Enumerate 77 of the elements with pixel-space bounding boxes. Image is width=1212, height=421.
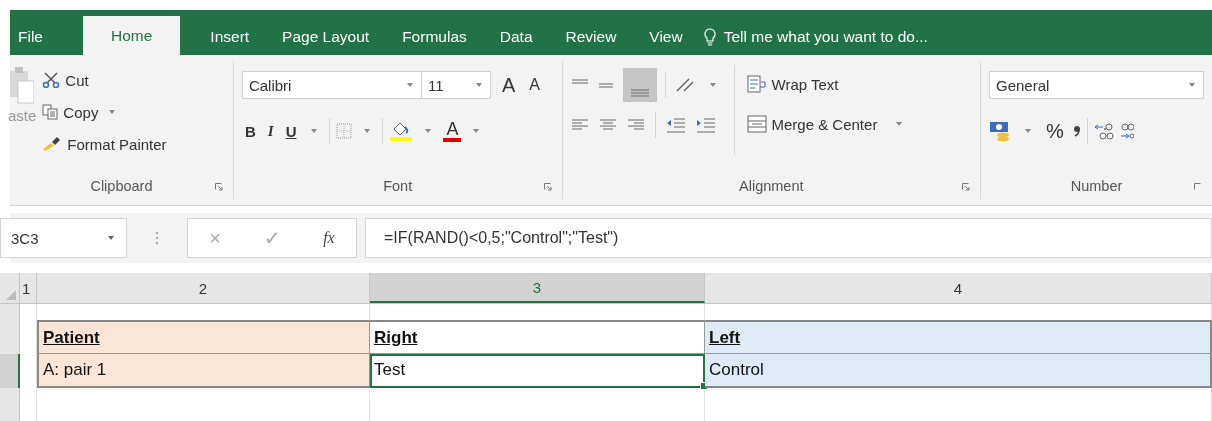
font-color-button[interactable]: A <box>443 120 462 142</box>
caret-icon <box>311 129 318 133</box>
row-header[interactable] <box>0 354 20 388</box>
borders-icon[interactable] <box>336 123 353 139</box>
scissors-icon <box>42 72 61 88</box>
triangle-icon <box>6 290 16 300</box>
table-cell[interactable]: Test <box>370 354 705 388</box>
decrease-indent-icon[interactable] <box>665 117 686 133</box>
caret-icon <box>1189 83 1195 87</box>
column-header[interactable]: 1 <box>20 273 37 303</box>
ribbon-tab[interactable]: File <box>10 18 43 55</box>
align-left-icon[interactable] <box>570 118 589 132</box>
font-name-field[interactable]: Calibri <box>241 71 422 99</box>
copy-button[interactable]: Copy <box>42 99 167 125</box>
underline-button[interactable]: U <box>282 122 300 140</box>
grow-font-button[interactable]: A <box>498 73 519 97</box>
merge-cells-icon <box>746 115 767 133</box>
caret-icon <box>896 122 903 126</box>
caret-icon <box>108 236 114 240</box>
caret-icon <box>425 129 432 133</box>
caret-icon <box>406 83 413 87</box>
group-label: Alignment <box>739 178 804 194</box>
caret-icon <box>709 83 716 87</box>
dialog-launcher-icon[interactable] <box>1194 183 1202 191</box>
grip-icon[interactable] <box>155 230 159 246</box>
tell-me-search[interactable]: Tell me what you want to do... <box>703 18 928 55</box>
group-label: Font <box>383 178 413 194</box>
ribbon-tab[interactable]: Review <box>557 18 617 55</box>
paintbrush-icon <box>42 136 63 152</box>
align-center-icon[interactable] <box>598 118 617 132</box>
ribbon-tab[interactable]: View <box>641 18 683 55</box>
increase-indent-icon[interactable] <box>695 117 716 133</box>
dialog-launcher-icon[interactable] <box>214 183 223 191</box>
ribbon-tab[interactable]: Formulas <box>394 18 467 55</box>
wrap-text-icon <box>746 75 767 93</box>
align-bottom-icon[interactable] <box>622 68 657 102</box>
dialog-launcher-icon[interactable] <box>962 183 970 191</box>
name-box[interactable]: 3C3 <box>0 218 127 258</box>
comma-style-icon[interactable] <box>1072 125 1081 137</box>
percent-button[interactable]: % <box>1043 119 1067 143</box>
group-label: Clipboard <box>90 178 153 194</box>
merge-center-button[interactable]: Merge & Center <box>746 111 909 137</box>
copy-icon <box>42 104 59 120</box>
ribbon-tab[interactable]: Insert <box>202 18 250 55</box>
table-cell[interactable]: Right <box>370 320 705 354</box>
table-cell[interactable]: Left <box>705 320 1212 354</box>
fill-color-icon[interactable] <box>389 121 414 141</box>
caret-icon <box>475 83 482 87</box>
ribbon-tab[interactable]: Data <box>491 18 533 55</box>
formula-field[interactable]: =IF(RAND()<0,5;"Control";"Test") <box>365 218 1212 258</box>
group-label: Number <box>1070 178 1123 194</box>
caret-icon <box>1025 129 1031 133</box>
table-cell[interactable]: Patient <box>37 320 370 354</box>
wrap-text-button[interactable]: Wrap Text <box>746 71 909 97</box>
ribbon-tab[interactable]: Home <box>83 16 181 55</box>
format-painter-button[interactable]: Format Painter <box>42 131 167 157</box>
number-format-field[interactable]: General <box>989 71 1204 99</box>
insert-function-button[interactable]: fx <box>323 229 335 247</box>
bold-button[interactable]: B <box>241 122 259 140</box>
column-header[interactable]: 4 <box>705 273 1212 303</box>
tell-me-text: Tell me what you want to do... <box>723 27 928 46</box>
shrink-font-button[interactable]: A <box>526 76 543 94</box>
decrease-decimal-icon[interactable] <box>1119 121 1134 141</box>
table-cell[interactable]: Control <box>705 354 1212 388</box>
caret-icon <box>473 129 480 133</box>
caret-icon <box>109 110 116 114</box>
lightbulb-icon <box>703 27 716 46</box>
caret-icon <box>364 129 371 133</box>
table-cell[interactable]: A: pair 1 <box>37 354 370 388</box>
increase-decimal-icon[interactable] <box>1093 121 1114 141</box>
column-header[interactable]: 3 <box>370 273 705 303</box>
italic-button[interactable]: I <box>264 122 277 140</box>
ribbon-tab[interactable]: Page Layout <box>274 18 370 55</box>
cut-button[interactable]: Cut <box>42 67 167 93</box>
align-right-icon[interactable] <box>626 118 645 132</box>
dialog-launcher-icon[interactable] <box>543 183 552 191</box>
font-size-field[interactable]: 11 <box>420 71 491 99</box>
